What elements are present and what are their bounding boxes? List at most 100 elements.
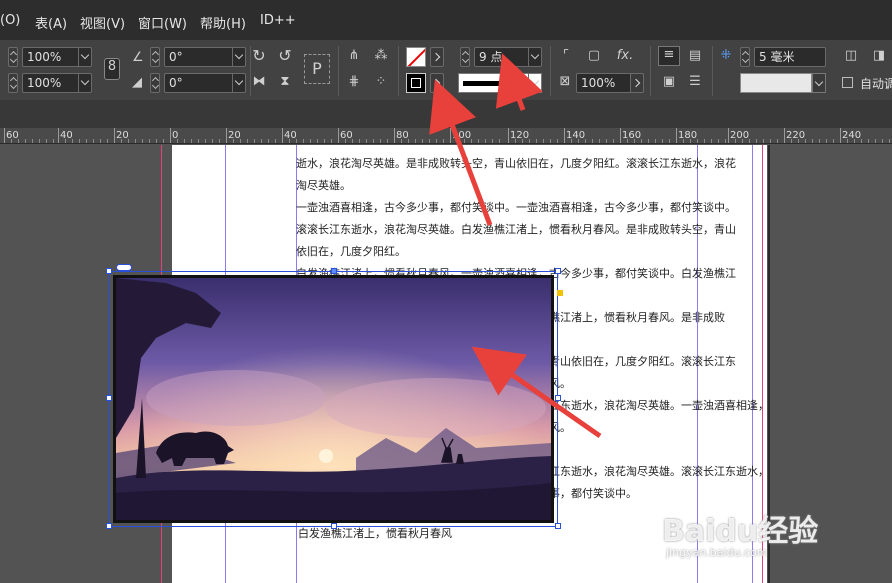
resize-handle-tc[interactable] — [331, 268, 337, 274]
fill-none-swatch[interactable] — [406, 47, 426, 67]
scale-x-dropdown[interactable] — [78, 47, 92, 67]
ruler-minor-tick — [812, 139, 813, 143]
ruler-minor-tick — [18, 139, 19, 143]
gap-value-field[interactable]: 5 毫米 — [754, 47, 826, 67]
select-next-icon[interactable]: ⁘ — [370, 74, 392, 90]
ruler-minor-tick — [571, 139, 572, 143]
gap-tool-icon[interactable]: ⁜ — [718, 48, 734, 64]
ruler-minor-tick — [86, 139, 87, 143]
menu-item-help[interactable]: 帮助(H) — [200, 13, 246, 32]
rotate-angle-dropdown[interactable] — [232, 47, 246, 67]
resize-handle-bc[interactable] — [331, 523, 337, 529]
menu-item-idpp[interactable]: ID++ — [260, 13, 296, 28]
image-frame[interactable] — [106, 264, 563, 529]
rotate-cw-icon[interactable]: ↻ — [250, 48, 268, 64]
ruler-minor-tick — [550, 139, 551, 143]
ruler-minor-tick — [352, 139, 353, 143]
ruler-minor-tick — [289, 139, 290, 143]
shear-angle-icon: ◢ — [132, 75, 142, 90]
ruler-label: 20 — [116, 130, 129, 141]
ruler-tick — [564, 128, 565, 143]
drop-shadow-icon[interactable]: ▢ — [586, 48, 602, 64]
scale-y-dropdown[interactable] — [78, 73, 92, 93]
text-wrap-jump-icon[interactable]: ☰ — [686, 74, 704, 90]
resize-handle-tl[interactable] — [106, 268, 112, 274]
resize-handle-tr[interactable] — [555, 268, 561, 274]
ruler-minor-tick — [749, 139, 750, 143]
ruler-minor-tick — [798, 139, 799, 143]
ruler-minor-tick — [79, 139, 80, 143]
ruler-minor-tick — [471, 139, 472, 143]
reference-point-icon[interactable]: P — [304, 54, 330, 84]
fill-options-button[interactable] — [430, 47, 444, 67]
text-line: 淘尽英雄。 — [296, 179, 351, 192]
ruler-minor-tick — [254, 139, 255, 143]
ruler-minor-tick — [177, 139, 178, 143]
menu-item-object[interactable]: (O) — [0, 13, 20, 28]
rotate-ccw-icon[interactable]: ↺ — [276, 48, 294, 64]
shear-angle-dropdown[interactable] — [232, 73, 246, 93]
constrain-proportions-icon[interactable]: 8 — [104, 58, 120, 80]
text-wrap-bbox-icon[interactable]: ▤ — [686, 48, 704, 64]
ruler-minor-tick — [93, 139, 94, 143]
ruler-label: 180 — [678, 130, 698, 141]
ruler-minor-tick — [756, 139, 757, 143]
baidu-jingyan-watermark: Baidu经验 jingyan.baidu.com — [662, 500, 852, 570]
stroke-options-button[interactable] — [430, 73, 444, 93]
ruler-minor-tick — [704, 139, 705, 143]
stroke-weight-dropdown[interactable] — [528, 47, 542, 67]
resize-handle-br[interactable] — [555, 523, 561, 529]
select-previous-icon[interactable]: ⋕ — [346, 74, 362, 90]
text-wrap-none-icon[interactable]: ≡ — [658, 46, 680, 66]
flip-horizontal-icon[interactable]: ⧓ — [250, 74, 268, 90]
stroke-weight-stepper[interactable] — [460, 47, 470, 67]
ruler-minor-tick — [415, 139, 416, 143]
menu-item-view[interactable]: 视图(V) — [80, 13, 125, 32]
scale-x-stepper[interactable] — [8, 47, 18, 67]
text-line: 滚滚长江东逝水，浪花淘尽英雄。白发渔樵江渚上，惯看秋月春风。是非成败转头空，青山 — [296, 223, 736, 236]
ruler-tick — [840, 128, 841, 143]
stroke-style-dropdown[interactable] — [812, 73, 826, 93]
scale-y-stepper[interactable] — [8, 73, 18, 93]
content-grabber-link-icon[interactable] — [116, 264, 132, 271]
corner-options-icon[interactable]: ⌜ — [558, 48, 574, 64]
ruler-minor-tick — [240, 139, 241, 143]
ruler-minor-tick — [634, 139, 635, 143]
ruler-minor-tick — [408, 139, 409, 143]
stroke-type-dropdown[interactable] — [528, 73, 542, 93]
distribute-frame-icon[interactable]: ◨ — [870, 48, 888, 64]
ruler-minor-tick — [184, 139, 185, 143]
opacity-options-button[interactable] — [630, 73, 644, 93]
corner-options-handle[interactable] — [557, 290, 563, 296]
ruler-tick — [508, 128, 509, 143]
menu-item-table[interactable]: 表(A) — [35, 13, 67, 32]
ruler-tick — [114, 128, 115, 143]
select-container-icon[interactable]: ⋔ — [346, 48, 362, 64]
stroke-swatch[interactable] — [406, 73, 426, 93]
text-line: 依旧在，几度夕阳红。 — [296, 245, 406, 258]
resize-handle-mr[interactable] — [555, 395, 561, 401]
rotate-angle-stepper[interactable] — [150, 47, 160, 67]
ruler-minor-tick — [310, 139, 311, 143]
flip-vertical-icon[interactable]: ⧗ — [276, 74, 294, 90]
shear-angle-stepper[interactable] — [150, 73, 160, 93]
auto-fit-checkbox[interactable] — [842, 77, 853, 88]
resize-handle-ml[interactable] — [106, 395, 112, 401]
effects-fx-icon[interactable]: fx. — [614, 48, 636, 64]
ruler-minor-tick — [819, 139, 820, 143]
ruler-minor-tick — [422, 139, 423, 143]
text-line: 逝水，浪花淘尽英雄。是非成败转头空，青山依旧在，几度夕阳红。滚滚长江东逝水，浪花 — [296, 157, 736, 170]
ruler-tick — [226, 128, 227, 143]
ruler-minor-tick — [149, 139, 150, 143]
resize-handle-bl[interactable] — [106, 523, 112, 529]
ruler-label: 60 — [6, 130, 19, 141]
ruler-minor-tick — [457, 139, 458, 143]
stroke-style-selector[interactable] — [740, 73, 812, 93]
align-frame-icon[interactable]: ◫ — [842, 48, 860, 64]
menu-item-window[interactable]: 窗口(W) — [138, 13, 187, 32]
gap-value-stepper[interactable] — [740, 47, 750, 67]
text-wrap-shape-icon[interactable]: ▣ — [658, 74, 680, 90]
select-content-icon[interactable]: ⁂ — [370, 48, 392, 64]
ruler-minor-tick — [436, 139, 437, 143]
ruler-label: 40 — [284, 130, 297, 141]
